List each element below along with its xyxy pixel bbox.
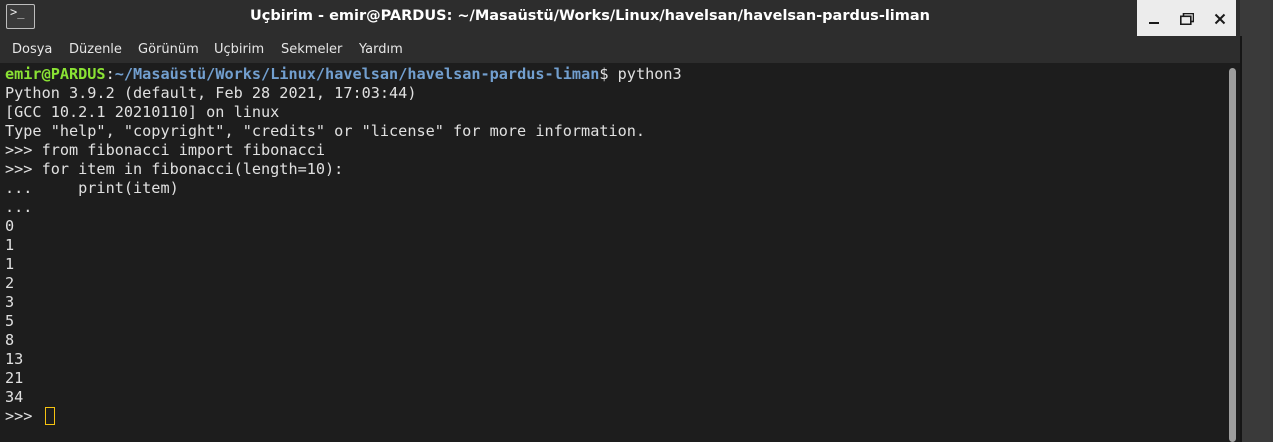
output-line: 1	[5, 255, 15, 273]
menu-dosya[interactable]: Dosya	[12, 42, 52, 57]
menu-sekmeler[interactable]: Sekmeler	[281, 42, 342, 57]
window-title: Uçbirim - emir@PARDUS: ~/Masaüstü/Works/…	[250, 8, 930, 24]
output-line: 3	[5, 293, 15, 311]
desktop-edge	[1240, 0, 1273, 442]
output-line: 21	[5, 369, 24, 387]
output-line: >>> for item in fibonacci(length=10):	[5, 160, 344, 178]
output-line: ... print(item)	[5, 179, 179, 197]
title-bar[interactable]: >_ Uçbirim - emir@PARDUS: ~/Masaüstü/Wor…	[0, 0, 1240, 36]
output-line: 2	[5, 274, 15, 292]
python-prompt: >>>	[5, 407, 42, 425]
window-controls	[1137, 0, 1236, 38]
terminal-output[interactable]: emir@PARDUS:~/Masaüstü/Works/Linux/havel…	[0, 63, 1226, 442]
prompt-user: emir@PARDUS	[5, 65, 106, 83]
python-prompt-line: >>>	[5, 407, 55, 426]
close-button[interactable]	[1203, 0, 1236, 38]
output-line: 5	[5, 312, 15, 330]
terminal-scrollbar[interactable]	[1226, 63, 1240, 442]
output-line: 1	[5, 236, 15, 254]
output-line: >>> from fibonacci import fibonacci	[5, 141, 326, 159]
output-line: Python 3.9.2 (default, Feb 28 2021, 17:0…	[5, 84, 417, 102]
maximize-icon	[1179, 13, 1194, 25]
prompt-separator: :	[105, 65, 115, 83]
output-line: ...	[5, 198, 33, 216]
scrollbar-thumb[interactable]	[1229, 68, 1236, 442]
text-cursor	[44, 407, 55, 425]
menu-duzenle[interactable]: Düzenle	[69, 42, 122, 57]
maximize-button[interactable]	[1170, 0, 1203, 38]
output-line: Type "help", "copyright", "credits" or "…	[5, 122, 646, 140]
output-line: 8	[5, 331, 15, 349]
window-border	[1240, 36, 1242, 442]
prompt-path: ~/Masaüstü/Works/Linux/havelsan/havelsan…	[114, 65, 600, 83]
minimize-button[interactable]	[1137, 0, 1170, 38]
minimize-icon	[1148, 22, 1159, 24]
close-icon	[1214, 13, 1225, 25]
prompt-command: $ python3	[599, 65, 682, 83]
menu-yardim[interactable]: Yardım	[359, 42, 403, 57]
output-line: 34	[5, 388, 24, 406]
output-line: [GCC 10.2.1 20210110] on linux	[5, 103, 280, 121]
shell-prompt-line: emir@PARDUS:~/Masaüstü/Works/Linux/havel…	[5, 65, 682, 84]
output-line: 0	[5, 217, 15, 235]
menu-bar: Dosya Düzenle Görünüm Uçbirim Sekmeler Y…	[0, 36, 1240, 63]
output-line: 13	[5, 350, 24, 368]
menu-ucbirim[interactable]: Uçbirim	[214, 42, 264, 57]
menu-gorunum[interactable]: Görünüm	[138, 42, 199, 57]
